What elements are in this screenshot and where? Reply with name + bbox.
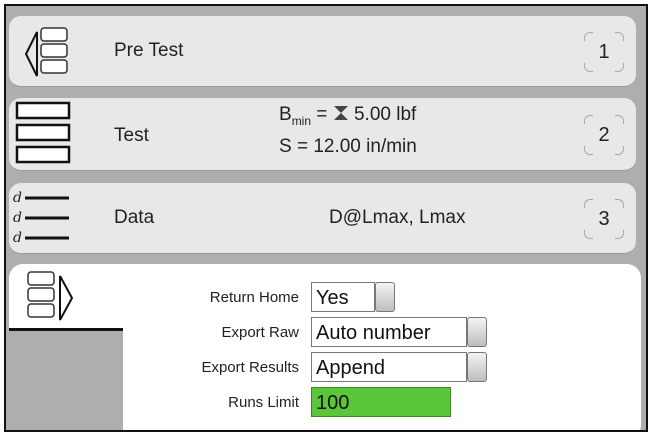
export-raw-field[interactable]: Auto number (311, 317, 467, 347)
svg-text:d: d (13, 190, 22, 206)
step-label: Test (114, 125, 149, 146)
step-number-badge: 2 (584, 115, 624, 155)
return-home-field[interactable]: Yes (311, 282, 375, 312)
export-results-field[interactable]: Append (311, 352, 467, 382)
data-values: D@Lmax, Lmax (329, 207, 466, 228)
step-label: Data (114, 207, 155, 228)
step-number: 3 (598, 208, 610, 230)
step-pre-test[interactable]: Pre Test 1 (9, 16, 636, 87)
step-number-badge: 1 (584, 32, 624, 72)
export-raw-toggle[interactable] (467, 317, 487, 347)
export-raw-label: Export Raw (221, 324, 299, 341)
step-label: Pre Test (114, 40, 184, 61)
step-number-badge: 3 (584, 199, 624, 239)
test-speed: S = 12.00 in/min (279, 136, 417, 157)
return-home-label: Return Home (209, 289, 299, 306)
svg-text:d: d (13, 230, 22, 246)
pretest-stack-icon (24, 27, 68, 77)
step-number: 1 (598, 41, 610, 63)
export-panel-notch (9, 328, 123, 430)
export-results-label: Export Results (201, 359, 299, 376)
hourglass-icon (333, 106, 348, 120)
step-test[interactable]: Test Bmin = 5.00 lbf S = 12.00 in/min 2 (9, 98, 636, 171)
app-frame: Pre Test 1 Test Bmin = 5.00 lbf S = 12.0… (4, 4, 648, 432)
test-stack-icon (15, 101, 71, 164)
step-data[interactable]: d d d Data D@Lmax, Lmax 3 (9, 183, 636, 254)
export-stack-icon (27, 271, 74, 321)
svg-text:d: d (13, 210, 22, 226)
runs-limit-field[interactable]: 100 (311, 387, 451, 417)
break-threshold: Bmin = 5.00 lbf (279, 104, 417, 128)
step-number: 2 (598, 124, 610, 146)
data-list-icon: d d d (13, 190, 69, 246)
export-results-toggle[interactable] (467, 352, 487, 382)
runs-limit-label: Runs Limit (228, 394, 299, 411)
return-home-toggle[interactable] (375, 282, 395, 312)
